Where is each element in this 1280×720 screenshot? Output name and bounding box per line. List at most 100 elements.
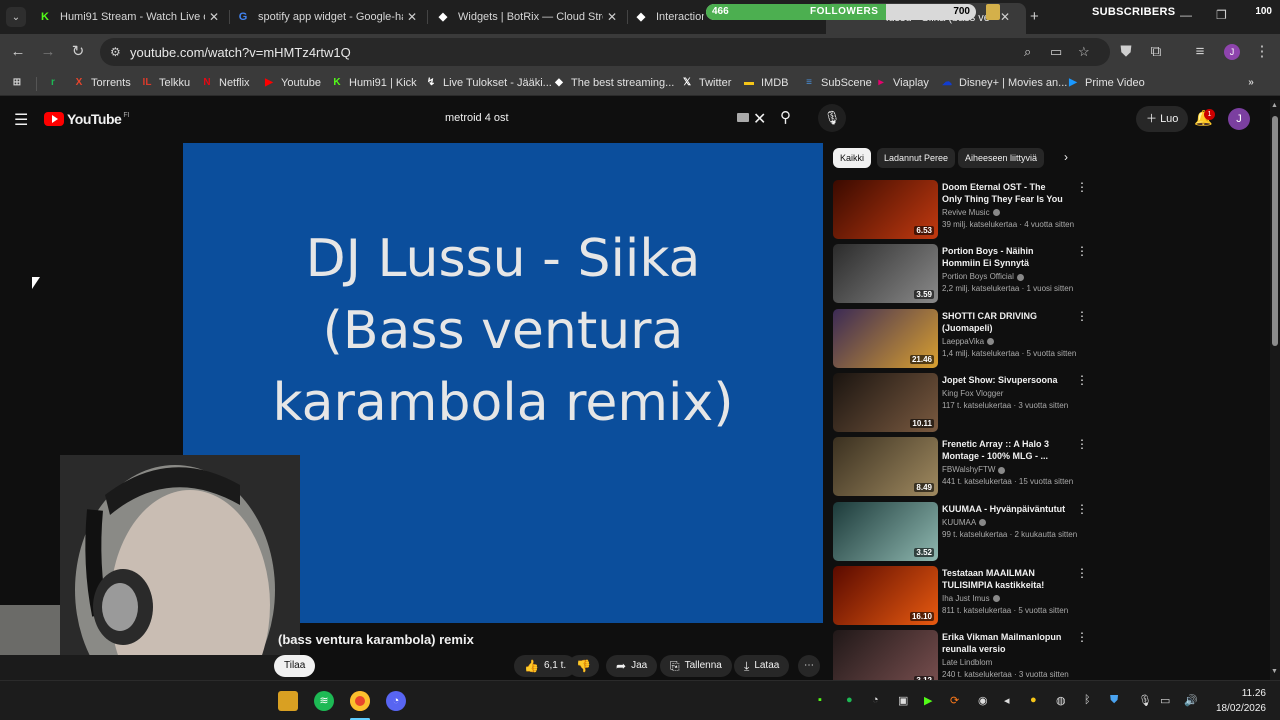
recommended-title[interactable]: SHOTTI CAR DRIVING (Juomapeli) [942, 310, 1067, 334]
channel-name[interactable]: King Fox Vlogger [942, 389, 1003, 398]
recommended-video[interactable]: 6.53 Doom Eternal OST - The Only Thing Th… [833, 180, 1088, 240]
reload-icon[interactable]: ↻ [68, 42, 88, 62]
recommended-title[interactable]: Jopet Show: Sivupersoona [942, 374, 1067, 386]
chip-all[interactable]: Kaikki [833, 148, 872, 168]
tray-spotify-icon[interactable]: ● [846, 694, 853, 706]
guide-menu-icon[interactable]: ☰ [14, 110, 28, 130]
like-button[interactable]: 👍 6,1 t. [514, 655, 577, 677]
profile-avatar-small[interactable]: J [1224, 44, 1240, 60]
bookmark-item[interactable]: 𝕏 Twitter [680, 76, 731, 90]
search-input[interactable]: metroid 4 ost ✕ [432, 106, 772, 132]
more-options-icon[interactable]: ⋮ [1076, 502, 1088, 516]
chrome-icon[interactable] [350, 691, 370, 711]
browser-tab[interactable]: ◆ Widgets | BotRix — Cloud Strea ✕ [436, 4, 619, 30]
forward-icon[interactable]: → [38, 42, 58, 62]
channel-name[interactable]: Portion Boys Official [942, 272, 1024, 281]
tray-sync-icon[interactable]: ⟳ [950, 694, 959, 707]
video-thumbnail[interactable]: 8.49 [833, 437, 938, 497]
bookmark-star-icon[interactable]: ☆ [1078, 44, 1090, 60]
channel-name[interactable]: Iha Just Imus [942, 594, 1000, 603]
search-query[interactable]: metroid 4 ost [445, 112, 509, 124]
clear-search-icon[interactable]: ✕ [753, 109, 766, 129]
video-thumbnail[interactable]: 10.11 [833, 372, 938, 432]
discord-icon[interactable]: ◔ [386, 691, 406, 711]
browser-tab[interactable]: ◆ Interaction [634, 4, 704, 30]
site-info-icon[interactable]: ⚙ [110, 45, 121, 59]
page-scrollbar[interactable]: ▲ ▼ [1270, 100, 1280, 680]
video-thumbnail[interactable]: 3.59 [833, 244, 938, 304]
bookmark-item[interactable]: ▸ Viaplay [874, 76, 928, 90]
back-icon[interactable]: ← [8, 42, 28, 62]
video-thumbnail[interactable]: 21.46 [833, 308, 938, 368]
scroll-up-icon[interactable]: ▲ [1271, 102, 1278, 109]
spotify-icon[interactable]: ≋ [314, 691, 334, 711]
channel-name[interactable]: Late Lindblom [942, 658, 992, 667]
browser-tab[interactable]: Gspotify app widget - Google-ha ✕ [236, 4, 419, 30]
media-control-icon[interactable]: ≡ [1190, 42, 1210, 62]
recommended-video[interactable]: 10.11 Jopet Show: Sivupersoona King Fox Vl… [833, 372, 1088, 433]
channel-name[interactable]: FBWalshyFTW [942, 465, 1006, 474]
network-icon[interactable]: ▭ [1160, 694, 1170, 707]
tray-back-icon[interactable]: ◂ [1004, 694, 1010, 707]
tray-play-icon[interactable]: ▶ [924, 694, 932, 707]
recommended-title[interactable]: Portion Boys - Näihin Hommiin Ei Synnytä… [942, 245, 1067, 269]
close-tab-icon[interactable]: ✕ [207, 10, 221, 24]
more-options-icon[interactable]: ⋮ [1076, 180, 1088, 194]
recommended-video[interactable]: 8.49 Frenetic Array :: A Halo 3 Montage -… [833, 437, 1088, 497]
more-options-icon[interactable]: ⋮ [1076, 437, 1088, 451]
create-button[interactable]: ＋ Luo [1136, 106, 1189, 132]
recommended-video[interactable]: 3.52 KUUMAA - Hyvänpäiväntutut KUUMAA 99 t.… [833, 501, 1088, 562]
address-bar[interactable]: ⚙ youtube.com/watch?v=mHMTz4rtw1Q ⌕ ▭ ☆ [100, 38, 1110, 66]
account-avatar[interactable]: J [1228, 108, 1250, 130]
save-button[interactable]: ⎘ Tallenna [660, 655, 732, 677]
share-button[interactable]: ➦ Jaa [606, 655, 658, 677]
bookmark-item[interactable]: IL Telkku [140, 76, 191, 90]
more-options-icon[interactable]: ⋮ [1076, 630, 1088, 644]
recommended-video[interactable]: 16.10 Testataan MAAILMAN TULISIMPIA kasti… [833, 565, 1088, 626]
more-options-icon[interactable]: ⋮ [1076, 309, 1088, 323]
url-text[interactable]: youtube.com/watch?v=mHMTz4rtw1Q [130, 45, 351, 60]
tray-shield-icon[interactable]: ⛊ [1110, 694, 1118, 707]
extension-shield-icon[interactable]: ⛊ [1116, 42, 1136, 62]
bookmark-item[interactable]: ☁ Disney+ | Movies an... [940, 76, 1067, 90]
close-tab-icon[interactable]: ✕ [605, 10, 619, 24]
zoom-icon[interactable]: ⌕ [1024, 44, 1031, 60]
recommended-video[interactable]: 3.59 Portion Boys - Näihin Hommiin Ei Syn… [833, 244, 1088, 304]
bookmark-item[interactable]: K Humi91 | Kick [330, 76, 416, 90]
cast-icon[interactable]: ▭ [1050, 44, 1062, 60]
apps-grid-icon[interactable]: ⊞ [10, 76, 29, 90]
scroll-down-icon[interactable]: ▼ [1271, 668, 1278, 675]
youtube-logo[interactable]: YouTube FI [44, 111, 130, 127]
video-thumbnail[interactable]: 6.53 [833, 180, 938, 239]
tray-obs-icon[interactable]: ◉ [978, 694, 988, 707]
bookmark-item[interactable]: N Netflix [200, 76, 249, 90]
video-thumbnail[interactable]: 16.10 [833, 565, 938, 625]
video-thumbnail[interactable]: 3.52 [833, 501, 938, 561]
recommended-title[interactable]: Doom Eternal OST - The Only Thing They F… [942, 181, 1067, 205]
close-tab-icon[interactable]: ✕ [405, 10, 419, 24]
bookmark-item[interactable]: ≡ SubScene [802, 76, 872, 90]
channel-name[interactable]: LaeppaVika [942, 337, 995, 346]
channel-name[interactable]: KUUMAA [942, 518, 987, 527]
extensions-puzzle-icon[interactable]: ⧉ [1146, 42, 1166, 62]
tray-app-icon[interactable]: ▣ [898, 694, 908, 707]
chip-related[interactable]: Aiheeseen liittyviä [958, 148, 1045, 168]
bookmark-item[interactable]: ▬ IMDB [742, 76, 789, 90]
bookmark-item[interactable]: X Torrents [72, 76, 131, 90]
browser-tab[interactable]: K Humi91 Stream - Watch Live on ✕ [38, 4, 221, 30]
more-bookmarks-icon[interactable]: » [1244, 76, 1263, 90]
recommended-title[interactable]: Testataan MAAILMAN TULISIMPIA kastikkeit… [942, 567, 1067, 591]
chip-uploader[interactable]: Ladannut Peree [877, 148, 956, 168]
bookmark-item[interactable]: ↯ Live Tulokset - Jääki... [424, 76, 552, 90]
tray-steam-icon[interactable]: ◍ [1056, 694, 1066, 707]
recommended-title[interactable]: KUUMAA - Hyvänpäiväntutut [942, 503, 1067, 515]
scrollbar-thumb[interactable] [1272, 116, 1278, 346]
microphone-icon[interactable]: 🎙 [818, 104, 846, 132]
tray-yellow-icon[interactable]: ● [1030, 694, 1037, 706]
microphone-tray-icon[interactable]: 🎙 [1138, 694, 1152, 707]
search-icon[interactable]: ⚲ [780, 108, 791, 126]
dislike-button[interactable]: 👎 [568, 655, 599, 677]
bookmark-item[interactable]: r [46, 76, 65, 90]
tray-discord-icon[interactable]: ◔ [872, 694, 879, 706]
system-clock[interactable]: 11.26 18/02/2026 [1210, 686, 1266, 716]
